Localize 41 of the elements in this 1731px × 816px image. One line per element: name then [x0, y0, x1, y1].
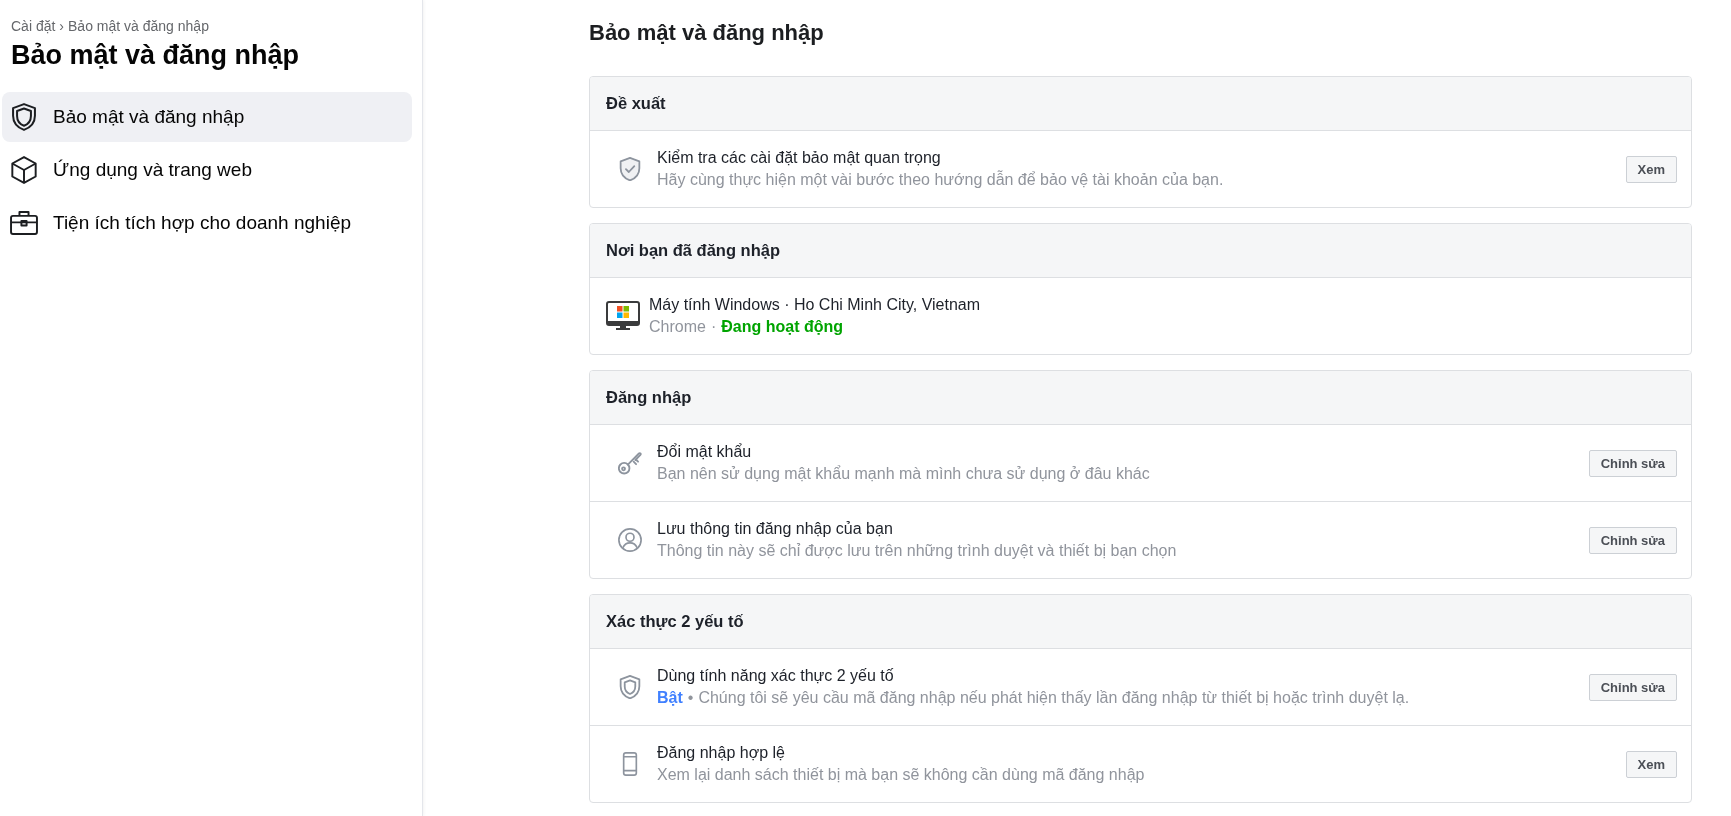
setting-title: Kiểm tra các cài đặt bảo mật quan trọng [657, 148, 942, 168]
cube-icon [10, 156, 38, 184]
section-header: Xác thực 2 yếu tố [590, 595, 1691, 649]
sidebar-title: Bảo mật và đăng nhập [11, 39, 301, 72]
setting-title: Đăng nhập hợp lệ [657, 743, 786, 763]
sidebar-item[interactable]: Bảo mật và đăng nhập [2, 92, 412, 142]
setting-title: Lưu thông tin đăng nhập của bạn [657, 519, 894, 539]
windows-computer-icon [606, 301, 640, 331]
shield-icon [618, 675, 642, 699]
sidebar-item[interactable]: Ứng dụng và trang web [2, 145, 412, 195]
section-header: Đề xuất [590, 77, 1691, 131]
briefcase-icon [10, 209, 38, 237]
setting-description: Hãy cùng thực hiện một vài bước theo hướng dẫn để bảo vệ tài khoản của bạn. [657, 169, 1224, 190]
device-location: Máy tính Windows · Ho Chi Minh City, Vietnam [649, 295, 982, 315]
browser-name: Chrome [649, 317, 706, 337]
separator-dot: · [710, 317, 717, 337]
setting-description: Xem lại danh sách thiết bị mà bạn sẽ không cần dùng mã đăng nhập [657, 765, 1145, 785]
shield-icon [10, 103, 38, 131]
page-title: Bảo mật và đăng nhập [589, 20, 825, 46]
section-header: Đăng nhập [590, 371, 1691, 425]
action-button[interactable]: Xem [1625, 750, 1677, 778]
setting-title: Dùng tính năng xác thực 2 yếu tố [657, 666, 895, 686]
session-status: Đang hoạt động [721, 317, 843, 337]
section-header: Nơi bạn đã đăng nhập [590, 224, 1691, 278]
setting-description: Thông tin này sẽ chỉ được lưu trên những trình duyệt và thiết bị bạn chọn [657, 541, 1177, 561]
action-button[interactable]: Chỉnh sửa [1588, 449, 1677, 477]
action-button[interactable]: Xem [1625, 155, 1677, 183]
action-button[interactable]: Chỉnh sửa [1588, 526, 1677, 554]
key-icon [618, 451, 642, 475]
breadcrumb-link[interactable]: Bảo mật và đăng nhập [68, 17, 209, 35]
shield-check-icon [618, 157, 642, 181]
status-label: Bật [657, 688, 683, 708]
setting-description: Chúng tôi sẽ yêu cầu mã đăng nhập nếu phát hiện thấy lần đăng nhập từ thiết bị hoặc trình duyệt lạ. [698, 688, 1410, 708]
breadcrumb-link[interactable]: Cài đặt [11, 17, 56, 35]
breadcrumb-separator: › [59, 17, 65, 35]
user-circle-icon [618, 528, 642, 552]
setting-description: Bạn nên sử dụng mật khẩu mạnh mà mình chưa sử dụng ở đâu khác [657, 464, 1150, 484]
sidebar-item[interactable]: Tiện ích tích hợp cho doanh nghiệp [2, 198, 412, 248]
setting-title: Đổi mật khẩu [657, 442, 753, 462]
action-button[interactable]: Chỉnh sửa [1588, 673, 1677, 701]
bullet-separator: • [687, 688, 694, 708]
